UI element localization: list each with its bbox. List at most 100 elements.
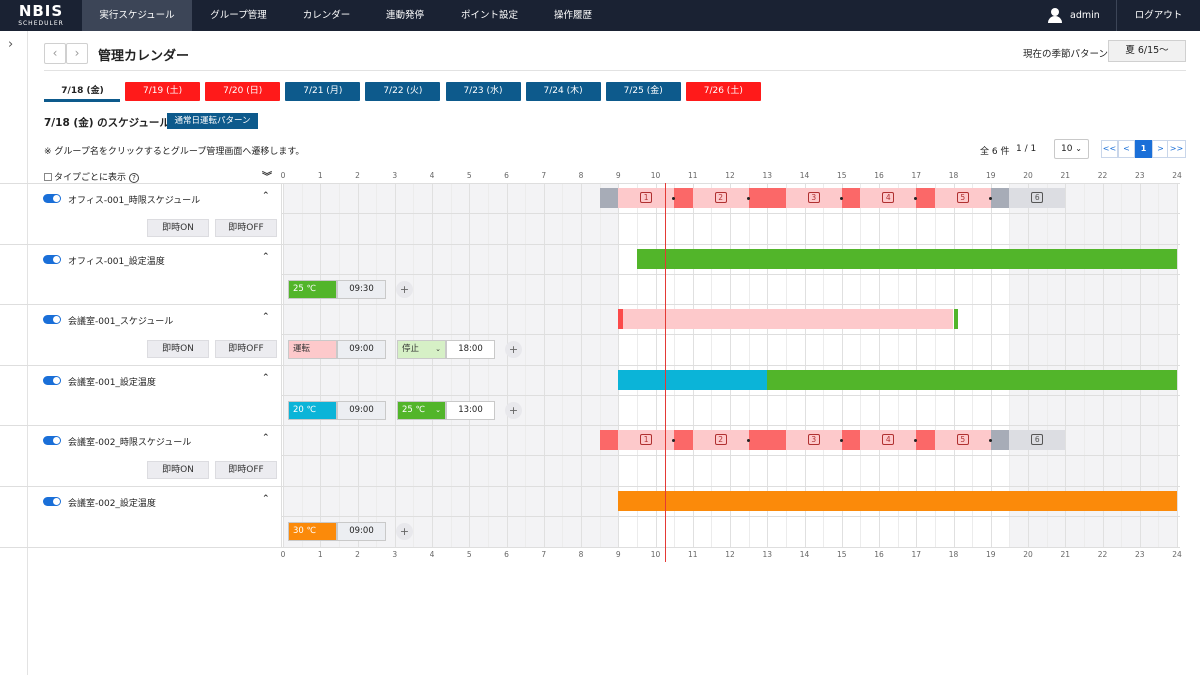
- collapse-chevron-icon[interactable]: ⌃: [262, 252, 270, 262]
- schedule-bar-segment[interactable]: [748, 430, 786, 451]
- nav-item-linked-start-stop[interactable]: 連動発停: [368, 0, 442, 31]
- setting-value: 30 ℃: [293, 526, 317, 536]
- schedule-bar-segment[interactable]: [990, 430, 1010, 451]
- date-tab-3[interactable]: 7/21 (月): [285, 82, 361, 101]
- setting-value-chip[interactable]: 25 ℃: [288, 279, 337, 299]
- group-link-note: ※ グループ名をクリックするとグループ管理画面へ遷移します。: [44, 147, 305, 157]
- schedule-bar-segment[interactable]: [748, 188, 786, 208]
- schedule-bar-segment[interactable]: [841, 188, 861, 208]
- time-chip[interactable]: 18:00: [446, 340, 495, 360]
- group-name-link[interactable]: オフィス-001_設定温度: [68, 254, 165, 267]
- group-name-link[interactable]: 会議室-002_設定温度: [68, 496, 156, 509]
- pattern-badge[interactable]: 通常日運転パターン: [167, 113, 258, 129]
- schedule-bar-segment[interactable]: [599, 188, 619, 208]
- date-tab-1[interactable]: 7/19 (土): [125, 82, 201, 101]
- instant-on-button[interactable]: 即時ON: [147, 340, 209, 359]
- group-enable-toggle[interactable]: [43, 497, 61, 506]
- nav-item-execution-schedule[interactable]: 実行スケジュール: [82, 0, 192, 31]
- logout-button[interactable]: ログアウト: [1116, 0, 1200, 31]
- schedule-bar-segment[interactable]: [916, 430, 935, 451]
- nav-item-calendar[interactable]: カレンダー: [285, 0, 368, 31]
- schedule-bar-segment[interactable]: [622, 309, 954, 330]
- setting-value-chip[interactable]: 30 ℃: [288, 522, 337, 541]
- instant-off-button[interactable]: 即時OFF: [215, 461, 277, 480]
- next-page-button[interactable]: ›: [66, 43, 88, 64]
- collapse-chevron-icon[interactable]: ⌃: [262, 433, 270, 443]
- group-enable-toggle[interactable]: [43, 375, 61, 385]
- date-tab-4[interactable]: 7/22 (火): [365, 82, 441, 101]
- group-name-link[interactable]: オフィス-001_時限スケジュール: [68, 193, 200, 206]
- schedule-bar-segment[interactable]: [618, 369, 768, 390]
- group-name-link[interactable]: 会議室-001_スケジュール: [68, 314, 173, 327]
- segment-number: 6: [1031, 434, 1044, 446]
- nav-item-point-settings[interactable]: ポイント設定: [442, 0, 537, 31]
- setting-value-chip[interactable]: 運転: [288, 340, 337, 360]
- per-page-select[interactable]: 10 ⌄: [1054, 139, 1089, 159]
- nav-item-group-management[interactable]: グループ管理: [192, 0, 285, 31]
- schedule-bar-segment[interactable]: [916, 188, 935, 208]
- type-checkbox[interactable]: [44, 173, 52, 181]
- time-chip[interactable]: 09:00: [337, 340, 386, 360]
- add-setting-button[interactable]: +: [396, 280, 413, 298]
- setting-value-chip[interactable]: 25 ℃ ⌄: [397, 400, 446, 420]
- app-logo[interactable]: NBIS SCHEDULER: [0, 0, 82, 31]
- group-name-link[interactable]: 会議室-002_時限スケジュール: [68, 435, 191, 448]
- help-icon[interactable]: ?: [129, 173, 140, 183]
- collapse-chevron-icon[interactable]: ⌃: [262, 373, 270, 383]
- date-tab-6[interactable]: 7/24 (木): [525, 82, 601, 101]
- group-enable-toggle[interactable]: [43, 254, 61, 264]
- collapse-chevron-icon[interactable]: ⌃: [262, 191, 270, 201]
- pager-page-1[interactable]: 1: [1135, 140, 1152, 158]
- time-chip[interactable]: 09:00: [337, 400, 386, 420]
- season-value[interactable]: 夏 6/15～: [1108, 40, 1186, 62]
- schedule-bar-segment[interactable]: [674, 188, 693, 208]
- segment-number: 2: [714, 192, 727, 203]
- group-enable-toggle[interactable]: [43, 194, 61, 203]
- date-tab-2[interactable]: 7/20 (日): [205, 82, 281, 101]
- per-page-value: 10: [1061, 144, 1073, 154]
- schedule-bar-segment[interactable]: [599, 430, 619, 451]
- setting-value-chip[interactable]: 停止 ⌄: [397, 340, 446, 360]
- add-setting-button[interactable]: +: [505, 401, 522, 419]
- hour-label-top: 7: [541, 171, 547, 180]
- schedule-bar-segment[interactable]: [767, 369, 1177, 390]
- current-time-line: [664, 183, 666, 562]
- schedule-bar-segment[interactable]: [990, 188, 1010, 208]
- group-name-link[interactable]: 会議室-001_設定温度: [68, 375, 156, 388]
- setting-value-chip[interactable]: 20 ℃: [288, 400, 337, 420]
- schedule-bar-segment[interactable]: [636, 248, 1177, 269]
- collapse-chevron-icon[interactable]: ⌃: [262, 312, 270, 322]
- marker-dot: [839, 438, 843, 442]
- segment-number: 5: [956, 434, 969, 446]
- hour-label-top: 6: [504, 171, 509, 180]
- schedule-bar-segment[interactable]: [841, 430, 861, 451]
- nav-item-operation-history[interactable]: 操作履歴: [537, 0, 609, 31]
- instant-on-button[interactable]: 即時ON: [147, 461, 209, 480]
- pager-last[interactable]: >>: [1167, 140, 1186, 158]
- pager-first[interactable]: <<: [1101, 140, 1118, 158]
- date-tab-8[interactable]: 7/26 (土): [685, 82, 761, 101]
- time-chip[interactable]: 09:00: [337, 522, 386, 541]
- type-toggle[interactable]: タイプごとに表示?: [44, 170, 140, 183]
- group-enable-toggle[interactable]: [43, 436, 61, 446]
- date-tab-5[interactable]: 7/23 (水): [445, 82, 521, 101]
- expand-sidebar-icon[interactable]: ›: [8, 37, 13, 52]
- marker-dot: [914, 196, 918, 200]
- prev-page-button[interactable]: ‹: [44, 43, 66, 64]
- marker-dot: [988, 196, 992, 200]
- schedule-bar-segment[interactable]: [618, 491, 1177, 511]
- time-chip[interactable]: 13:00: [446, 400, 495, 420]
- hour-label-top: 18: [948, 171, 959, 180]
- instant-on-button[interactable]: 即時ON: [147, 219, 209, 237]
- instant-off-button[interactable]: 即時OFF: [215, 340, 277, 359]
- group-enable-toggle[interactable]: [43, 315, 61, 325]
- instant-off-button[interactable]: 即時OFF: [215, 219, 277, 237]
- collapse-all-icon[interactable]: ︾: [262, 168, 272, 183]
- collapse-chevron-icon[interactable]: ⌃: [262, 494, 270, 504]
- time-chip[interactable]: 09:30: [337, 279, 386, 299]
- add-setting-button[interactable]: +: [396, 523, 413, 540]
- date-tab-7[interactable]: 7/25 (金): [605, 82, 681, 101]
- schedule-bar-segment[interactable]: [674, 430, 693, 451]
- pager-prev[interactable]: <: [1118, 140, 1135, 158]
- schedule-bar-segment[interactable]: [953, 309, 958, 330]
